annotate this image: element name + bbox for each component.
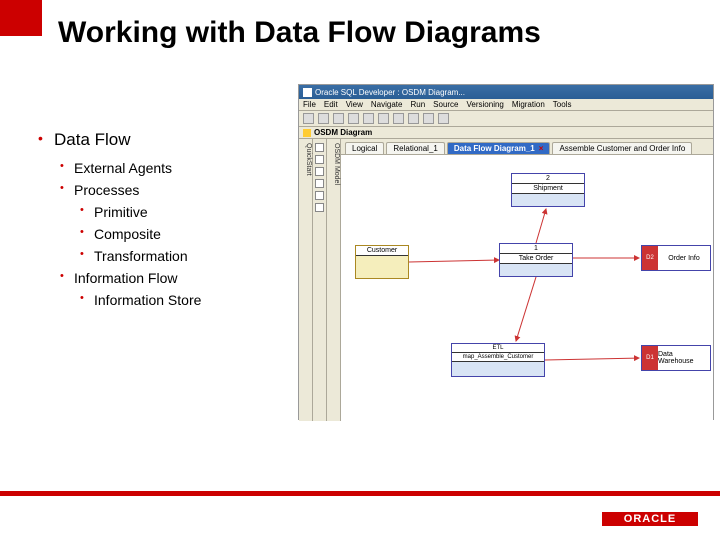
toolbar-icon[interactable] bbox=[333, 113, 344, 124]
process-label: Shipment bbox=[512, 184, 584, 194]
bullet-information-flow: Information Flow bbox=[32, 270, 292, 286]
process-label: map_Assemble_Customer bbox=[452, 353, 544, 362]
app-screenshot: Oracle SQL Developer : OSDM Diagram... F… bbox=[298, 84, 714, 420]
process-body bbox=[512, 194, 584, 206]
tab-logical[interactable]: Logical bbox=[345, 142, 384, 154]
process-etl[interactable]: ETL map_Assemble_Customer bbox=[451, 343, 545, 377]
process-label: Take Order bbox=[500, 254, 572, 264]
process-num: ETL bbox=[452, 344, 544, 353]
footer-bar bbox=[0, 491, 720, 496]
doc-tab-label[interactable]: OSDM Diagram bbox=[314, 128, 372, 137]
agent-body bbox=[356, 256, 408, 278]
diagram-canvas[interactable]: 2 Shipment Customer 1 Take Order ETL map… bbox=[341, 155, 713, 421]
close-tab-icon[interactable]: × bbox=[539, 144, 544, 153]
toolbar-icon[interactable] bbox=[318, 113, 329, 124]
toolbar-icon[interactable] bbox=[363, 113, 374, 124]
slide-title: Working with Data Flow Diagrams bbox=[58, 16, 541, 50]
canvas-area: Logical Relational_1 Data Flow Diagram_1… bbox=[341, 139, 713, 421]
agent-customer[interactable]: Customer bbox=[355, 245, 409, 279]
process-body bbox=[452, 362, 544, 376]
editor-tabs: Logical Relational_1 Data Flow Diagram_1… bbox=[341, 139, 713, 155]
document-tab-bar: OSDM Diagram bbox=[299, 127, 713, 139]
palette-icon[interactable] bbox=[315, 167, 324, 176]
tab-assemble[interactable]: Assemble Customer and Order Info bbox=[552, 142, 692, 154]
toolbar-icon[interactable] bbox=[303, 113, 314, 124]
process-num: 2 bbox=[512, 174, 584, 184]
toolbar-icon[interactable] bbox=[438, 113, 449, 124]
slide-footer: ORACLE bbox=[0, 480, 720, 540]
menu-migration[interactable]: Migration bbox=[512, 100, 545, 109]
store-warehouse[interactable]: D1 Data Warehouse bbox=[641, 345, 711, 371]
side-tab-quickstart[interactable]: QuickStart bbox=[299, 139, 313, 421]
toolbar-icon[interactable] bbox=[348, 113, 359, 124]
toolbar bbox=[299, 111, 713, 127]
tab-dataflow-label: Data Flow Diagram_1 bbox=[454, 144, 535, 153]
side-tab-model[interactable]: OSDM Model bbox=[327, 139, 341, 421]
menubar: File Edit View Navigate Run Source Versi… bbox=[299, 99, 713, 111]
tab-dataflow[interactable]: Data Flow Diagram_1 × bbox=[447, 142, 551, 154]
bullet-processes: Processes bbox=[32, 182, 292, 198]
palette-icon[interactable] bbox=[315, 203, 324, 212]
bullet-transformation: Transformation bbox=[32, 248, 292, 264]
app-icon bbox=[303, 88, 312, 97]
store-label: Data Warehouse bbox=[658, 346, 710, 370]
palette bbox=[313, 139, 327, 421]
palette-icon[interactable] bbox=[315, 191, 324, 200]
bullet-external-agents: External Agents bbox=[32, 160, 292, 176]
menu-run[interactable]: Run bbox=[410, 100, 425, 109]
bullet-dataflow: Data Flow bbox=[32, 130, 292, 150]
store-order-info[interactable]: D2 Order Info bbox=[641, 245, 711, 271]
window-title-text: Oracle SQL Developer : OSDM Diagram... bbox=[315, 88, 465, 97]
store-label: Order Info bbox=[658, 246, 710, 270]
bullet-composite: Composite bbox=[32, 226, 292, 242]
menu-versioning[interactable]: Versioning bbox=[467, 100, 504, 109]
palette-icon[interactable] bbox=[315, 155, 324, 164]
agent-label: Customer bbox=[356, 246, 408, 256]
tab-relational[interactable]: Relational_1 bbox=[386, 142, 444, 154]
bullet-information-store: Information Store bbox=[32, 292, 292, 308]
menu-edit[interactable]: Edit bbox=[324, 100, 338, 109]
toolbar-icon[interactable] bbox=[378, 113, 389, 124]
store-tag: D1 bbox=[642, 346, 658, 370]
store-tag: D2 bbox=[642, 246, 658, 270]
palette-icon[interactable] bbox=[315, 179, 324, 188]
window-titlebar: Oracle SQL Developer : OSDM Diagram... bbox=[299, 85, 713, 99]
menu-source[interactable]: Source bbox=[433, 100, 458, 109]
doc-icon bbox=[303, 129, 311, 137]
process-take-order[interactable]: 1 Take Order bbox=[499, 243, 573, 277]
menu-file[interactable]: File bbox=[303, 100, 316, 109]
menu-navigate[interactable]: Navigate bbox=[371, 100, 403, 109]
process-shipment[interactable]: 2 Shipment bbox=[511, 173, 585, 207]
menu-tools[interactable]: Tools bbox=[553, 100, 572, 109]
toolbar-icon[interactable] bbox=[408, 113, 419, 124]
bullet-list: Data Flow External Agents Processes Prim… bbox=[32, 130, 292, 314]
bullet-primitive: Primitive bbox=[32, 204, 292, 220]
process-num: 1 bbox=[500, 244, 572, 254]
toolbar-icon[interactable] bbox=[423, 113, 434, 124]
oracle-logo: ORACLE bbox=[602, 512, 698, 526]
process-body bbox=[500, 264, 572, 276]
menu-view[interactable]: View bbox=[346, 100, 363, 109]
toolbar-icon[interactable] bbox=[393, 113, 404, 124]
workspace: QuickStart OSDM Model Logical Relational… bbox=[299, 139, 713, 421]
accent-block bbox=[0, 0, 42, 36]
palette-icon[interactable] bbox=[315, 143, 324, 152]
